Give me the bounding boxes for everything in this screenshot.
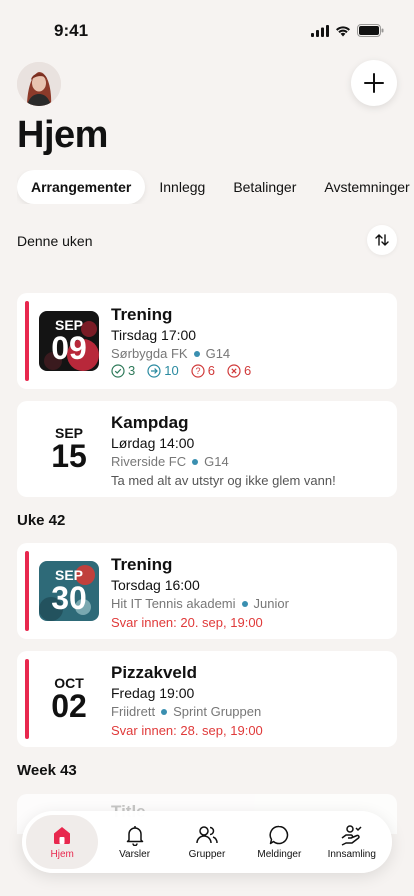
event-card[interactable]: OCT 02 Pizzakveld Fredag 19:00 Friidrett… (17, 651, 397, 747)
section-week-42: Uke 42 (17, 512, 66, 529)
event-time: Fredag 19:00 (111, 685, 195, 701)
event-team: Friidrett (111, 704, 156, 719)
event-title: Kampdag (111, 413, 189, 432)
group-dot (241, 600, 248, 607)
event-group: Junior (253, 596, 289, 611)
event-meta: Sørbygda FK G14 (111, 346, 230, 361)
tab-innlegg[interactable]: Innlegg (145, 170, 219, 204)
check-circle-icon (111, 363, 125, 378)
group-dot (161, 708, 168, 715)
status-bar: 9:41 (0, 0, 414, 54)
question-circle-icon: ? (191, 363, 205, 378)
event-date-tile: SEP 30 (39, 561, 99, 621)
nav-label: Varsler (119, 849, 151, 860)
event-deadline: Svar innen: 20. sep, 19:00 (111, 615, 263, 630)
event-meta: Hit IT Tennis akademi Junior (111, 596, 289, 611)
sort-button[interactable] (367, 225, 397, 255)
event-date-tile: SEP 15 (39, 419, 99, 479)
arrow-circle-icon (147, 363, 161, 378)
event-date-tile: OCT 02 (39, 669, 99, 729)
avatar-image (17, 62, 61, 106)
nav-label: Hjem (50, 849, 74, 860)
event-team: Hit IT Tennis akademi (111, 596, 236, 611)
event-group: G14 (205, 346, 231, 361)
event-group: Sprint Gruppen (173, 704, 262, 719)
event-team: Sørbygda FK (111, 346, 188, 361)
tab-betalinger[interactable]: Betalinger (219, 170, 310, 204)
nav-item-varsler[interactable]: Varsler (99, 815, 171, 869)
stat-yes: 3 (111, 363, 135, 378)
stat-seen: 10 (147, 363, 179, 378)
event-accent-bar (25, 551, 29, 631)
event-title: Trening (111, 555, 173, 574)
home-icon (54, 827, 71, 844)
event-day: 30 (51, 580, 87, 616)
plus-icon (364, 73, 384, 93)
stat-yes-count: 3 (128, 363, 136, 378)
status-icons (311, 24, 384, 37)
group-dot (193, 350, 200, 357)
stat-unknown: ? 6 (191, 363, 215, 378)
nav-label: Meldinger (257, 849, 302, 860)
event-card[interactable]: SEP 15 Kampdag Lørdag 14:00 Riverside FC… (17, 401, 397, 497)
add-button[interactable] (351, 60, 397, 106)
status-time: 9:41 (54, 21, 89, 40)
tab-bar: Arrangementer Innlegg Betalinger Avstemn… (17, 170, 414, 204)
nav-item-meldinger[interactable]: Meldinger (243, 815, 315, 869)
event-accent-bar (25, 301, 29, 381)
event-card[interactable]: SEP 09 Trening Tirsdag 17:00 Sørbygda FK… (17, 293, 397, 389)
event-meta: Friidrett Sprint Gruppen (111, 704, 261, 719)
nav-item-innsamling[interactable]: Innsamling (316, 815, 388, 869)
event-stats: 3 10 ? 6 6 (111, 363, 251, 378)
event-day: 15 (51, 438, 87, 474)
bell-icon (126, 826, 143, 846)
event-team: Riverside FC (111, 454, 187, 469)
signal-icon (311, 24, 329, 37)
event-title: Trening (111, 305, 173, 324)
section-week-43: Week 43 (17, 762, 77, 779)
nav-item-hjem[interactable]: Hjem (26, 815, 99, 869)
x-circle-icon (227, 363, 241, 378)
avatar[interactable] (17, 62, 61, 106)
svg-text:?: ? (195, 366, 200, 376)
stat-no-count: 6 (243, 363, 252, 378)
page-title: Hjem (17, 114, 108, 156)
event-meta: Riverside FC G14 (111, 454, 229, 469)
people-icon (196, 826, 218, 844)
tab-arrangementer[interactable]: Arrangementer (17, 170, 146, 204)
event-time: Lørdag 14:00 (111, 435, 195, 451)
event-note: Ta med alt av utstyr og ikke glem vann! (111, 473, 336, 488)
event-deadline: Svar innen: 28. sep, 19:00 (111, 723, 263, 738)
fundraising-icon (341, 825, 362, 846)
bottom-nav: Hjem Varsler Grupper Meldinger Innsamlin… (22, 811, 392, 873)
event-day: 02 (51, 688, 87, 724)
stat-no: 6 (227, 363, 251, 378)
event-card[interactable]: SEP 30 Trening Torsdag 16:00 Hit IT Tenn… (17, 543, 397, 639)
nav-label: Grupper (188, 849, 226, 860)
wifi-icon (336, 25, 350, 36)
event-time: Torsdag 16:00 (111, 577, 200, 593)
battery-icon (357, 24, 384, 37)
event-day: 09 (51, 330, 87, 366)
group-dot (192, 458, 199, 465)
event-time: Tirsdag 17:00 (111, 327, 197, 343)
event-title: Pizzakveld (111, 663, 197, 682)
event-group: G14 (204, 454, 229, 469)
section-this-week: Denne uken (17, 233, 93, 249)
tab-avstemninger[interactable]: Avstemninger (310, 170, 414, 204)
stat-unknown-count: 6 (207, 363, 215, 378)
nav-item-grupper[interactable]: Grupper (171, 815, 243, 869)
chat-icon (269, 825, 289, 845)
event-date-tile: SEP 09 (39, 311, 99, 371)
stat-seen-count: 10 (164, 363, 179, 378)
nav-label: Innsamling (327, 849, 376, 860)
event-accent-bar (25, 659, 29, 739)
sort-icon (375, 234, 389, 246)
